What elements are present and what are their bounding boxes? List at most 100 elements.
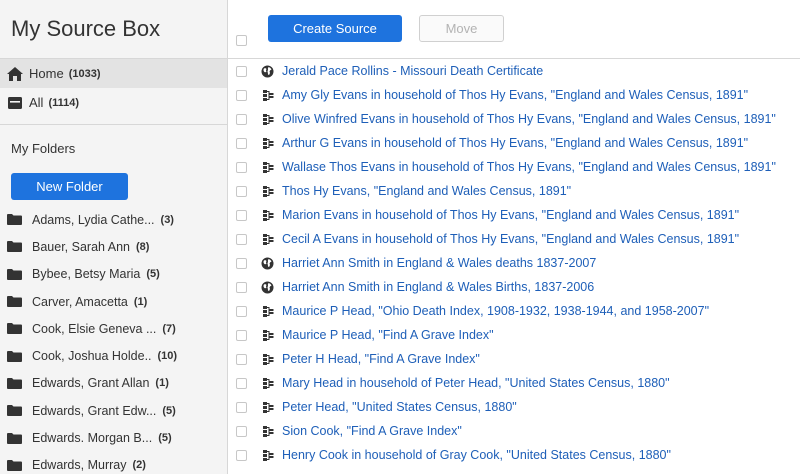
source-row[interactable]: Marion Evans in household of Thos Hy Eva… [228, 203, 800, 227]
source-row[interactable]: Sion Cook, "Find A Grave Index" [228, 419, 800, 443]
tree-icon [263, 353, 274, 365]
row-checkbox[interactable] [236, 185, 247, 197]
folder-count: (2) [132, 459, 146, 472]
source-row[interactable]: Cecil A Evans in household of Thos Hy Ev… [228, 227, 800, 251]
folder-count: (1) [155, 377, 169, 390]
folder-item[interactable]: Bauer, Sarah Ann (8) [0, 233, 227, 260]
folder-item[interactable]: Edwards. Morgan B... (5) [0, 424, 227, 451]
row-checkbox[interactable] [236, 233, 247, 245]
folder-label: Edwards, Grant Edw... [32, 403, 157, 418]
source-title-link[interactable]: Harriet Ann Smith in England & Wales dea… [282, 256, 596, 270]
source-title-link[interactable]: Henry Cook in household of Gray Cook, "U… [282, 448, 671, 462]
row-checkbox[interactable] [236, 257, 247, 269]
row-checkbox[interactable] [236, 449, 247, 461]
tree-icon [263, 185, 274, 197]
folder-count: (3) [160, 213, 174, 226]
folder-item[interactable]: Adams, Lydia Cathe... (3) [0, 206, 227, 233]
folder-icon [7, 377, 22, 389]
globe-icon [261, 281, 274, 293]
source-title-link[interactable]: Thos Hy Evans, "England and Wales Census… [282, 184, 571, 198]
source-title-link[interactable]: Peter H Head, "Find A Grave Index" [282, 352, 480, 366]
select-all-checkbox[interactable] [236, 35, 247, 46]
source-title-link[interactable]: Harriet Ann Smith in England & Wales Bir… [282, 280, 594, 294]
folder-item[interactable]: Edwards, Grant Edw... (5) [0, 397, 227, 424]
row-checkbox[interactable] [236, 425, 247, 437]
row-checkbox[interactable] [236, 281, 247, 293]
folder-icon [7, 323, 22, 335]
folder-item[interactable]: Cook, Elsie Geneva ... (7) [0, 315, 227, 342]
move-button[interactable]: Move [419, 15, 504, 42]
source-title-link[interactable]: Maurice P Head, "Ohio Death Index, 1908-… [282, 304, 709, 318]
source-row[interactable]: Arthur G Evans in household of Thos Hy E… [228, 131, 800, 155]
folder-item[interactable]: Carver, Amacetta (1) [0, 288, 227, 315]
row-checkbox[interactable] [236, 161, 247, 173]
source-row[interactable]: Wallase Thos Evans in household of Thos … [228, 155, 800, 179]
folder-label: Cook, Elsie Geneva ... [32, 321, 157, 336]
row-checkbox[interactable] [236, 353, 247, 365]
create-source-button[interactable]: Create Source [268, 15, 402, 42]
nav-all[interactable]: All (1114) [0, 88, 227, 117]
source-row[interactable]: Amy Gly Evans in household of Thos Hy Ev… [228, 83, 800, 107]
source-list: Jerald Pace Rollins - Missouri Death Cer… [228, 59, 800, 467]
row-checkbox[interactable] [236, 401, 247, 413]
source-row[interactable]: Thos Hy Evans, "England and Wales Census… [228, 179, 800, 203]
source-row[interactable]: Maurice P Head, "Find A Grave Index" [228, 323, 800, 347]
folder-item[interactable]: Cook, Joshua Holde.. (10) [0, 342, 227, 369]
folder-count: (5) [146, 268, 160, 281]
row-checkbox[interactable] [236, 65, 247, 77]
source-title-link[interactable]: Jerald Pace Rollins - Missouri Death Cer… [282, 64, 543, 78]
main-panel: Create Source Move Jerald Pace Rollins -… [228, 0, 800, 474]
source-row[interactable]: Harriet Ann Smith in England & Wales dea… [228, 251, 800, 275]
source-title-link[interactable]: Maurice P Head, "Find A Grave Index" [282, 328, 494, 342]
source-title-link[interactable]: Olive Winfred Evans in household of Thos… [282, 112, 776, 126]
row-checkbox[interactable] [236, 305, 247, 317]
source-title-link[interactable]: Wallase Thos Evans in household of Thos … [282, 160, 776, 174]
source-title-link[interactable]: Marion Evans in household of Thos Hy Eva… [282, 208, 739, 222]
source-title-link[interactable]: Arthur G Evans in household of Thos Hy E… [282, 136, 748, 150]
source-row[interactable]: Olive Winfred Evans in household of Thos… [228, 107, 800, 131]
toolbar: Create Source Move [228, 0, 800, 59]
source-row[interactable]: Henry Cook in household of Gray Cook, "U… [228, 443, 800, 467]
source-row[interactable]: Jerald Pace Rollins - Missouri Death Cer… [228, 59, 800, 83]
nav-home-count: (1033) [68, 67, 101, 80]
source-title-link[interactable]: Amy Gly Evans in household of Thos Hy Ev… [282, 88, 748, 102]
row-checkbox[interactable] [236, 137, 247, 149]
folder-icon [7, 241, 22, 253]
folder-item[interactable]: Edwards, Grant Allan (1) [0, 370, 227, 397]
tree-icon [263, 161, 274, 173]
source-row[interactable]: Peter Head, "United States Census, 1880" [228, 395, 800, 419]
source-row[interactable]: Peter H Head, "Find A Grave Index" [228, 347, 800, 371]
tree-icon [263, 89, 274, 101]
folder-item[interactable]: Edwards, Murray (2) [0, 452, 227, 474]
home-icon [7, 66, 23, 81]
new-folder-button[interactable]: New Folder [11, 173, 128, 200]
row-checkbox[interactable] [236, 329, 247, 341]
tree-icon [263, 137, 274, 149]
folder-count: (5) [158, 432, 172, 445]
folder-label: Adams, Lydia Cathe... [32, 212, 155, 227]
source-row[interactable]: Harriet Ann Smith in England & Wales Bir… [228, 275, 800, 299]
folder-item[interactable]: Bybee, Betsy Maria (5) [0, 261, 227, 288]
folder-count: (7) [162, 322, 176, 335]
folder-count: (8) [136, 240, 150, 253]
source-title-link[interactable]: Cecil A Evans in household of Thos Hy Ev… [282, 232, 739, 246]
source-title-link[interactable]: Peter Head, "United States Census, 1880" [282, 400, 517, 414]
nav-home-label: Home [29, 66, 64, 81]
row-checkbox[interactable] [236, 89, 247, 101]
source-title-link[interactable]: Mary Head in household of Peter Head, "U… [282, 376, 670, 390]
source-title-link[interactable]: Sion Cook, "Find A Grave Index" [282, 424, 462, 438]
tree-icon [263, 233, 274, 245]
tree-icon [263, 113, 274, 125]
globe-icon [261, 65, 274, 77]
nav-all-label: All [29, 95, 44, 110]
row-checkbox[interactable] [236, 113, 247, 125]
nav-home[interactable]: Home (1033) [0, 59, 227, 88]
source-row[interactable]: Maurice P Head, "Ohio Death Index, 1908-… [228, 299, 800, 323]
sidebar: My Source Box Home (1033) All (1114) My … [0, 0, 228, 474]
source-row[interactable]: Mary Head in household of Peter Head, "U… [228, 371, 800, 395]
folder-list: Adams, Lydia Cathe... (3) Bauer, Sarah A… [0, 206, 227, 474]
row-checkbox[interactable] [236, 377, 247, 389]
folder-label: Carver, Amacetta [32, 294, 128, 309]
folder-icon [7, 296, 22, 308]
row-checkbox[interactable] [236, 209, 247, 221]
